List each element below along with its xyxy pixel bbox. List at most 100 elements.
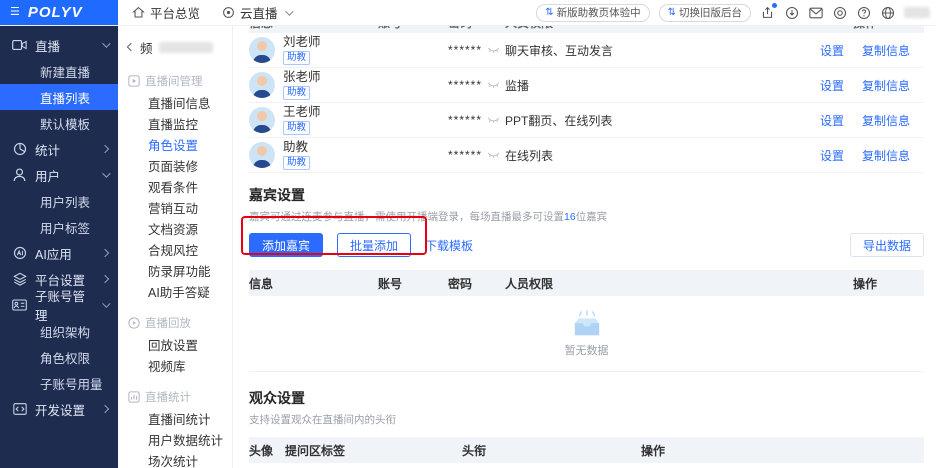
primary-sidebar: 直播 新建直播 直播列表 默认模板 统计 用户 用户列表 用户标签 AI应用 [0,26,118,468]
subnav-item-page-decoration[interactable]: 页面装修 [118,155,232,176]
subnav-group-title: 直播回放 [145,315,191,331]
col-header-info: 信息 [249,26,378,32]
channel-label: 频 [140,38,153,57]
sidebar-item-subaccount-usage[interactable]: 子账号用量 [0,370,118,396]
pie-chart-icon [12,142,27,157]
settings-link[interactable]: 设置 [820,42,844,59]
sidebar-item-user-tags[interactable]: 用户标签 [0,214,118,240]
add-guest-button[interactable]: 添加嘉宾 [249,233,323,257]
eye-closed-icon[interactable] [487,152,500,159]
download-icon[interactable] [784,5,799,20]
subnav-item-label: 直播间统计 [148,409,211,428]
copy-info-link[interactable]: 复制信息 [862,42,910,59]
swap-icon: ⇅ [668,7,676,18]
logo-block[interactable]: ☰ POLYV [0,0,118,25]
chevron-down-icon [102,299,110,307]
sidebar-item-live[interactable]: 直播 [0,32,118,58]
sidebar-item-role-permissions[interactable]: 角色权限 [0,344,118,370]
body: 直播 新建直播 直播列表 默认模板 统计 用户 用户列表 用户标签 AI应用 [0,26,936,468]
subnav-item-user-data-statistics[interactable]: 用户数据统计 [118,429,232,450]
id-card-icon [12,298,27,313]
subnav-item-live-monitor[interactable]: 直播监控 [118,113,232,134]
share-icon[interactable] [760,5,775,20]
settings-link[interactable]: 设置 [820,77,844,94]
subnav-item-playback-settings[interactable]: 回放设置 [118,334,232,355]
table-row: 张老师 助教 ****** 监播 设置 复制信息 [249,68,924,103]
subnav-item-watch-conditions[interactable]: 观看条件 [118,176,232,197]
copy-info-link[interactable]: 复制信息 [862,147,910,164]
settings-link[interactable]: 设置 [820,147,844,164]
subnav-item-session-statistics[interactable]: 场次统计 [118,450,232,468]
table-row: 王老师 助教 ****** PPT翻页、在线列表 设置 复制信息 [249,103,924,138]
sidebar-item-user-list[interactable]: 用户列表 [0,188,118,214]
sidebar-item-statistics[interactable]: 统计 [0,136,118,162]
subnav-item-role-settings[interactable]: 角色设置 [118,134,232,155]
settings-link[interactable]: 设置 [820,112,844,129]
subnav-group-live-statistics: 直播统计 [118,386,232,408]
copy-info-link[interactable]: 复制信息 [862,112,910,129]
help-icon[interactable] [856,5,871,20]
channel-back[interactable]: 频 [118,34,232,60]
subnav-item-doc-resources[interactable]: 文档资源 [118,218,232,239]
subnav-item-label: 防录屏功能 [148,261,211,280]
sidebar-child-label: 用户标签 [40,218,90,237]
eye-closed-icon[interactable] [487,47,500,54]
sidebar-item-subaccount-management[interactable]: 子账号管理 [0,292,118,318]
code-icon [12,402,27,417]
subnav-item-compliance[interactable]: 合规风控 [118,239,232,260]
avatar [249,107,275,133]
sidebar-item-new-live[interactable]: 新建直播 [0,58,118,84]
sidebar-item-default-template[interactable]: 默认模板 [0,110,118,136]
col-header-permissions: 人员权限 [505,26,820,32]
eye-closed-icon[interactable] [487,117,500,124]
playback-icon [128,317,140,329]
export-data-button[interactable]: 导出数据 [850,233,924,257]
subnav-item-ai-assistant[interactable]: AI助手答疑 [118,281,232,302]
copy-info-link[interactable]: 复制信息 [862,77,910,94]
batch-add-button[interactable]: 批量添加 [337,233,411,257]
eye-closed-icon[interactable] [487,82,500,89]
sidebar-item-live-list[interactable]: 直播列表 [0,84,118,110]
subnav-group-room-management: 直播间管理 [118,70,232,92]
stats-icon [128,391,140,403]
person-name: 王老师 [283,105,321,119]
guest-table-header: 信息 账号 密码 人员权限 操作 [249,270,924,296]
permissions-text: 监播 [505,77,820,94]
live-icon [222,6,235,19]
subnav-item-anti-screen-record[interactable]: 防录屏功能 [118,260,232,281]
subnav-item-label: 场次统计 [148,451,198,468]
sidebar-item-ai-apps[interactable]: AI应用 [0,240,118,266]
sidebar-item-label: 直播 [35,36,60,55]
chevron-down-icon [285,7,293,15]
topbar-actions: ⇅ 新版助教页体验中 ⇅ 切换旧版后台 [536,0,936,25]
guest-count-highlight: 16 [564,211,576,223]
chevron-right-icon [101,145,109,153]
nav-cloud-live[interactable]: 云直播 [222,3,291,22]
sidebar-item-dev-settings[interactable]: 开发设置 [0,396,118,422]
role-badge: 助教 [283,121,310,135]
sidebar-item-org-structure[interactable]: 组织架构 [0,318,118,344]
nav-platform-overview[interactable]: 平台总览 [132,3,200,22]
subnav-item-label: 观看条件 [148,177,198,196]
permissions-text: 聊天审核、互动发言 [505,42,820,59]
subnav-group-title: 直播统计 [145,389,191,405]
globe-icon[interactable] [880,5,895,20]
sidebar-item-users[interactable]: 用户 [0,162,118,188]
subnav-group-playback: 直播回放 [118,312,232,334]
record-icon[interactable] [832,5,847,20]
hamburger-menu-icon[interactable]: ☰ [10,7,20,18]
guest-subtitle-suffix: 位嘉宾 [576,211,608,223]
switch-old-console-pill-button[interactable]: ⇅ 切换旧版后台 [659,4,751,22]
subnav-item-label: 营销互动 [148,198,198,217]
subnav-item-room-info[interactable]: 直播间信息 [118,92,232,113]
sidebar-item-label: 开发设置 [35,400,85,419]
user-name-blurred[interactable] [904,7,930,18]
subnav-item-marketing[interactable]: 营销互动 [118,197,232,218]
polyv-logo: POLYV [28,4,83,21]
subnav-item-room-statistics[interactable]: 直播间统计 [118,408,232,429]
mail-icon[interactable] [808,5,823,20]
subnav-item-video-library[interactable]: 视频库 [118,355,232,376]
new-assistant-pill-button[interactable]: ⇅ 新版助教页体验中 [536,4,649,22]
main-content: 信息 账号 密码 人员权限 操作 刘老师 助教 ** [233,26,936,468]
download-template-link[interactable]: 下载模板 [425,237,473,254]
